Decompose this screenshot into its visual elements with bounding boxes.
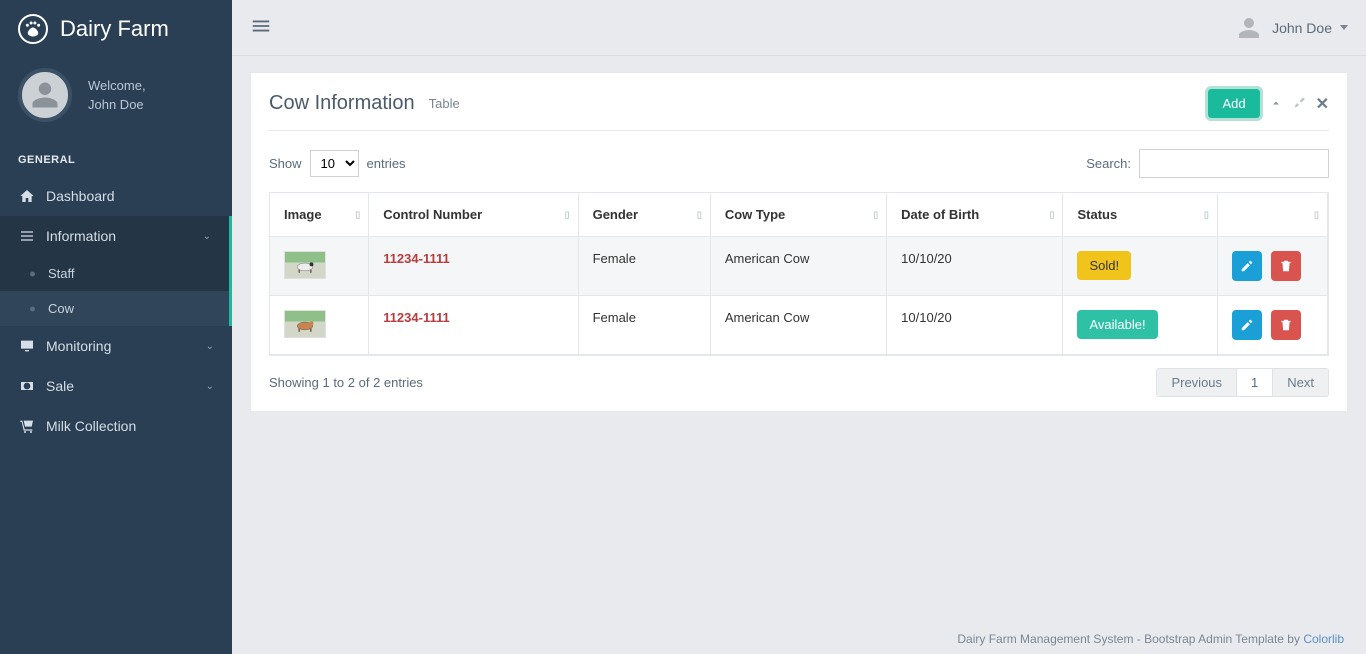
nav-label: Sale: [46, 378, 74, 394]
col-status[interactable]: Status▯: [1063, 193, 1217, 237]
cow-thumbnail: [284, 251, 326, 279]
sidebar-item-dashboard[interactable]: Dashboard: [0, 176, 232, 216]
col-actions[interactable]: ▯: [1218, 193, 1328, 237]
cell-gender: Female: [579, 237, 711, 296]
cell-status: Sold!: [1063, 237, 1217, 296]
cell-control: 11234-1111: [369, 237, 578, 296]
sort-icon: ▯: [1050, 209, 1055, 220]
col-gender[interactable]: Gender▯: [579, 193, 711, 237]
cell-image: [270, 237, 369, 296]
status-badge: Sold!: [1077, 251, 1131, 280]
money-icon: [18, 378, 36, 394]
wrench-icon[interactable]: [1292, 95, 1306, 112]
col-control[interactable]: Control Number▯: [369, 193, 578, 237]
col-dob[interactable]: Date of Birth▯: [887, 193, 1063, 237]
cell-gender: Female: [579, 296, 711, 355]
nav-label: Monitoring: [46, 338, 111, 354]
topbar: John Doe: [232, 0, 1366, 56]
caret-down-icon: [1340, 25, 1348, 30]
sort-icon: ▯: [873, 209, 878, 220]
sidebar-subitem-staff[interactable]: Staff: [0, 256, 229, 291]
sort-icon: ▯: [1204, 209, 1209, 220]
panel-cow-information: Cow Information Table Add ✕ Show 10 entr…: [250, 72, 1348, 412]
delete-button[interactable]: [1271, 251, 1301, 281]
cell-type: American Cow: [711, 237, 887, 296]
add-button[interactable]: Add: [1208, 89, 1259, 118]
entries-select[interactable]: 10: [310, 150, 359, 177]
cell-type: American Cow: [711, 296, 887, 355]
sort-icon: ▯: [1314, 209, 1319, 220]
panel-subtitle: Table: [429, 96, 460, 111]
col-image[interactable]: Image▯: [270, 193, 369, 237]
sidebar: Dairy Farm Welcome, John Doe GENERAL Das…: [0, 0, 232, 654]
close-icon[interactable]: ✕: [1316, 94, 1329, 114]
menu-toggle-icon[interactable]: [250, 15, 272, 40]
paw-icon: [18, 14, 48, 44]
avatar-icon: [18, 68, 72, 122]
nav-label: Milk Collection: [46, 418, 136, 434]
cell-actions: [1218, 237, 1328, 296]
welcome-text: Welcome,: [88, 78, 146, 93]
footer-link[interactable]: Colorlib: [1303, 632, 1344, 646]
delete-button[interactable]: [1271, 310, 1301, 340]
pager-page[interactable]: 1: [1236, 369, 1273, 396]
sidebar-item-milk-collection[interactable]: Milk Collection: [0, 406, 232, 446]
monitor-icon: [18, 338, 36, 354]
cell-actions: [1218, 296, 1328, 355]
chevron-down-icon: ⌄: [203, 231, 211, 242]
table-row: 11234-1111 Female American Cow 10/10/20 …: [270, 296, 1328, 355]
search-label: Search:: [1086, 156, 1131, 171]
pager-prev[interactable]: Previous: [1157, 369, 1236, 396]
sort-icon: ▯: [355, 209, 360, 220]
cell-control: 11234-1111: [369, 296, 578, 355]
collapse-icon[interactable]: [1270, 96, 1282, 112]
cow-thumbnail: [284, 310, 326, 338]
status-badge: Available!: [1077, 310, 1157, 339]
show-label-post: entries: [367, 156, 406, 171]
sidebar-item-sale[interactable]: Sale ⌄: [0, 366, 232, 406]
cell-dob: 10/10/20: [887, 237, 1063, 296]
cart-icon: [18, 418, 36, 434]
sidebar-item-information[interactable]: Information ⌄: [0, 216, 229, 256]
list-icon: [18, 228, 36, 244]
user-avatar-icon: [1236, 15, 1262, 41]
sidebar-subitem-cow[interactable]: Cow: [0, 291, 229, 326]
search-input[interactable]: [1139, 149, 1329, 178]
cell-status: Available!: [1063, 296, 1217, 355]
panel-title: Cow Information: [269, 92, 415, 115]
nav-label: Dashboard: [46, 188, 115, 204]
home-icon: [18, 188, 36, 204]
cell-dob: 10/10/20: [887, 296, 1063, 355]
nav-label: Information: [46, 228, 116, 244]
table-row: 11234-1111 Female American Cow 10/10/20 …: [270, 237, 1328, 296]
nav-label: Cow: [48, 301, 74, 316]
pager-next[interactable]: Next: [1273, 369, 1328, 396]
sort-icon: ▯: [697, 209, 702, 220]
edit-button[interactable]: [1232, 251, 1262, 281]
edit-button[interactable]: [1232, 310, 1262, 340]
col-type[interactable]: Cow Type▯: [711, 193, 887, 237]
sidebar-user: Welcome, John Doe: [0, 56, 232, 140]
user-menu[interactable]: John Doe: [1236, 15, 1348, 41]
brand-title: Dairy Farm: [60, 16, 169, 42]
cell-image: [270, 296, 369, 355]
cow-table: Image▯ Control Number▯ Gender▯ Cow Type▯…: [269, 192, 1329, 356]
sort-icon: ▯: [565, 209, 570, 220]
sidebar-item-monitoring[interactable]: Monitoring ⌄: [0, 326, 232, 366]
table-info: Showing 1 to 2 of 2 entries: [269, 375, 423, 390]
main: John Doe Cow Information Table Add ✕ Sho…: [232, 0, 1366, 654]
footer: Dairy Farm Management System - Bootstrap…: [957, 632, 1344, 646]
pager: Previous 1 Next: [1156, 368, 1329, 397]
chevron-down-icon: ⌄: [206, 381, 214, 392]
brand[interactable]: Dairy Farm: [0, 0, 232, 56]
topbar-username: John Doe: [1272, 20, 1332, 36]
show-label-pre: Show: [269, 156, 302, 171]
nav-label: Staff: [48, 266, 75, 281]
chevron-down-icon: ⌄: [206, 341, 214, 352]
sidebar-section: GENERAL: [0, 140, 232, 176]
welcome-name: John Doe: [88, 97, 146, 112]
